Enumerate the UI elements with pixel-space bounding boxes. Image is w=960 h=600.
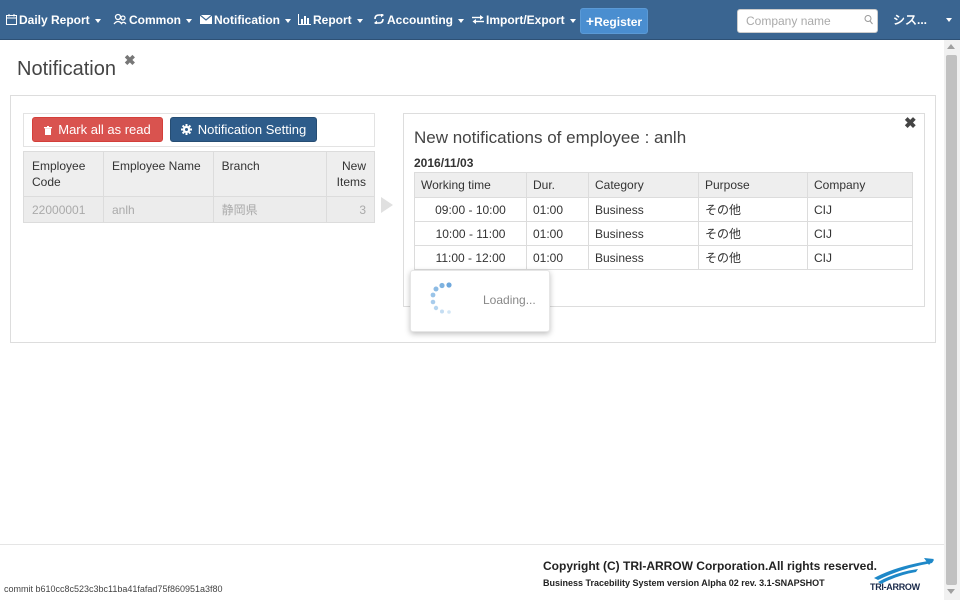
close-icon[interactable]: ✖ [904, 114, 917, 132]
chevron-down-icon [186, 18, 192, 23]
column-header-employee-name[interactable]: Employee Name [102, 151, 214, 197]
nav-notification[interactable]: Notification [199, 0, 291, 40]
cell-category: Business [588, 197, 699, 222]
column-header-company: Company [807, 172, 913, 198]
detail-title: New notifications of employee : anlh [414, 128, 687, 147]
users-icon [113, 0, 127, 40]
chevron-down-icon [94, 18, 101, 23]
nav-report[interactable]: Report [298, 0, 363, 40]
user-menu-label: シス... [893, 13, 928, 27]
employee-table-header: Employee Code Employee Name Branch New I… [23, 151, 375, 197]
nav-daily-report[interactable]: Daily Report [6, 0, 101, 40]
cell-working-time: 10:00 - 11:00 [414, 221, 527, 246]
chevron-down-icon [356, 18, 363, 23]
company-search-input[interactable] [737, 9, 878, 33]
chevron-down-icon[interactable] [946, 18, 952, 22]
notification-table: Working time Dur. Category Purpose Compa… [414, 172, 913, 270]
chevron-down-icon [569, 18, 576, 23]
footer-commit: commit b610cc8c523c3bc11ba41fafad75f8609… [4, 584, 223, 594]
cell-working-time: 11:00 - 12:00 [414, 245, 527, 270]
selected-row-arrow-icon [381, 197, 393, 213]
nav-common-label: Common [129, 13, 181, 27]
cell-duration: 01:00 [526, 197, 589, 222]
column-header-purpose: Purpose [698, 172, 808, 198]
table-row: 09:00 - 10:00 01:00 Business その他 CIJ [414, 197, 913, 222]
column-header-branch[interactable]: Branch [212, 151, 328, 197]
column-header-working-time: Working time [414, 172, 527, 198]
cell-company: CIJ [807, 245, 913, 270]
trash-icon [44, 120, 53, 143]
cell-company: CIJ [807, 197, 913, 222]
cell-duration: 01:00 [526, 245, 589, 270]
employee-table: Employee Code Employee Name Branch New I… [23, 151, 375, 223]
nav-notification-label: Notification [214, 13, 280, 27]
nav-accounting[interactable]: Accounting [373, 0, 464, 40]
envelope-icon [199, 0, 213, 40]
scroll-up-arrow-icon[interactable] [947, 44, 955, 49]
plus-icon: + [585, 13, 595, 29]
table-row[interactable]: 22000001 anlh 静岡県 3 [23, 196, 375, 223]
register-button-label: Register [594, 15, 643, 29]
notification-setting-label: Notification Setting [197, 122, 307, 137]
nav-common[interactable]: Common [113, 0, 192, 40]
nav-report-label: Report [313, 13, 352, 27]
cell-category: Business [588, 221, 699, 246]
loading-spinner-icon [430, 282, 452, 314]
logo-text: TRI-ARROW [870, 582, 920, 592]
cell-duration: 01:00 [526, 221, 589, 246]
page-title: Notification [17, 58, 116, 80]
nav-daily-report-label: Daily Report [19, 13, 90, 27]
scrollbar-thumb[interactable] [946, 55, 957, 585]
scroll-down-arrow-icon[interactable] [947, 589, 955, 594]
cell-company: CIJ [807, 221, 913, 246]
loading-text: Loading... [483, 293, 536, 307]
exchange-icon [472, 0, 484, 40]
nav-import-export-label: Import/Export [486, 13, 565, 27]
calendar-icon [6, 0, 17, 40]
register-button[interactable]: +Register [580, 8, 648, 34]
column-header-employee-code[interactable]: Employee Code [23, 151, 104, 197]
footer-copyright: Copyright (C) TRI-ARROW Corporation.All … [543, 559, 878, 573]
refresh-icon [373, 0, 385, 40]
footer-version: Business Tracebility System version Alph… [543, 578, 825, 588]
close-icon[interactable]: ✖ [124, 52, 136, 69]
table-row: 11:00 - 12:00 01:00 Business その他 CIJ [414, 245, 913, 270]
nav-accounting-label: Accounting [387, 13, 453, 27]
cell-category: Business [588, 245, 699, 270]
cell-purpose: その他 [698, 245, 808, 270]
cell-working-time: 09:00 - 10:00 [414, 197, 527, 222]
search-icon[interactable] [864, 14, 874, 26]
column-header-duration: Dur. [526, 172, 589, 198]
mark-all-read-button[interactable]: Mark all as read [32, 117, 163, 142]
notification-setting-button[interactable]: Notification Setting [170, 117, 317, 142]
chevron-down-icon [285, 18, 291, 23]
cell-new-items: 3 [326, 196, 375, 223]
cell-employee-code: 22000001 [23, 196, 104, 223]
chevron-down-icon [458, 18, 464, 23]
cell-purpose: その他 [698, 197, 808, 222]
user-menu[interactable]: シス... [893, 0, 927, 40]
gear-icon [180, 120, 192, 143]
mark-all-read-label: Mark all as read [58, 122, 151, 137]
column-header-new-items[interactable]: New Items [326, 151, 375, 197]
nav-import-export[interactable]: Import/Export [472, 0, 576, 40]
column-header-category: Category [588, 172, 699, 198]
notification-table-header: Working time Dur. Category Purpose Compa… [414, 172, 913, 198]
footer-divider [0, 544, 944, 545]
bar-chart-icon [298, 0, 311, 40]
detail-date: 2016/11/03 [414, 156, 474, 170]
cell-employee-name: anlh [102, 196, 214, 223]
cell-purpose: その他 [698, 221, 808, 246]
cell-branch: 静岡県 [212, 196, 328, 223]
table-row: 10:00 - 11:00 01:00 Business その他 CIJ [414, 221, 913, 246]
